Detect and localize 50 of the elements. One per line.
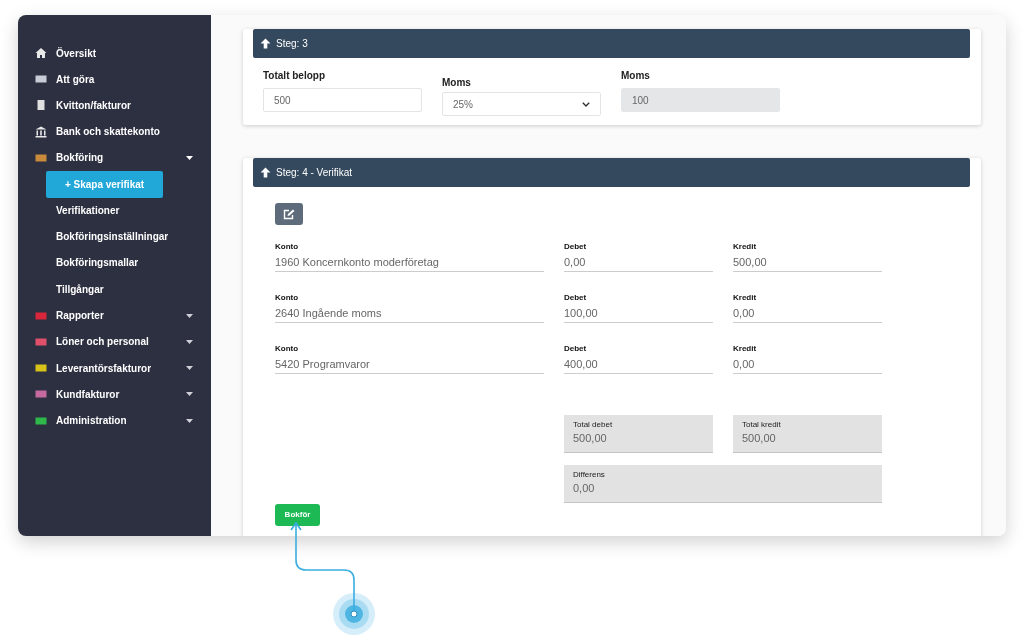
debit-field[interactable]: 400,00 [564, 355, 713, 374]
arrow-up-icon [260, 167, 271, 178]
sidebar-item[interactable]: Bank och skattekonto [18, 118, 211, 145]
field-label: Konto [275, 344, 300, 355]
amount-field[interactable]: 500 [263, 88, 422, 112]
sidebar-item[interactable]: Löner och personal [18, 328, 211, 356]
edit-icon [283, 208, 295, 220]
sidebar-subitem[interactable]: Bokföringsmallar [56, 250, 211, 277]
field-label: Kredit [733, 242, 758, 253]
credit-field[interactable]: 0,00 [733, 304, 882, 323]
panel-header[interactable]: Steg: 3 [253, 29, 970, 58]
edit-button[interactable] [275, 203, 303, 225]
sidebar-item[interactable]: Att göra [18, 66, 211, 93]
chevron-down-icon [582, 101, 590, 107]
sidebar-subitem[interactable]: Tillgångar [56, 276, 211, 303]
field-label: Konto [275, 293, 300, 304]
field-label: Kredit [733, 293, 758, 304]
vat-select[interactable]: 25% [442, 92, 601, 116]
total-field: Total kredit 500,00 [733, 415, 882, 453]
vat-amount-field: 100 [621, 88, 780, 112]
difference-field: Differens 0,00 [564, 465, 882, 503]
panel-title: Steg: 3 [276, 38, 308, 49]
field-label: Moms [621, 70, 651, 83]
debit-field[interactable]: 0,00 [564, 253, 713, 272]
account-field[interactable]: 2640 Ingående moms [275, 304, 544, 323]
field-label: Konto [275, 242, 300, 253]
arrow-up-icon [260, 38, 271, 49]
sidebar-item[interactable]: Leverantörsfakturor [18, 355, 211, 382]
credit-field[interactable]: 500,00 [733, 253, 882, 272]
sidebar-item[interactable]: Rapporter [18, 302, 211, 329]
field-label: Kredit [733, 344, 758, 355]
sidebar-subitem[interactable]: Bokföringsinställningar [56, 224, 211, 251]
panel-header[interactable]: Steg: 4 - Verifikat [253, 158, 970, 187]
credit-field[interactable]: 0,00 [733, 355, 882, 374]
sidebar-subitem[interactable]: Verifikationer [56, 197, 211, 225]
sidebar-item[interactable]: Administration [18, 407, 211, 434]
sidebar-item[interactable]: Bokföring [18, 144, 211, 171]
account-field[interactable]: 1960 Koncernkonto moderföretag [275, 253, 544, 272]
panel-title: Steg: 4 - Verifikat [276, 167, 353, 178]
sidebar-item[interactable]: Kundfakturor [18, 381, 211, 408]
field-label: Totalt belopp [263, 70, 327, 83]
field-label: Debet [564, 344, 588, 355]
sidebar-item[interactable]: Översikt [18, 40, 211, 67]
total-field: Total debet 500,00 [564, 415, 713, 453]
sidebar-item[interactable]: Kvitton/fakturor [18, 92, 211, 119]
debit-field[interactable]: 100,00 [564, 304, 713, 323]
field-label: Debet [564, 293, 588, 304]
account-field[interactable]: 5420 Programvaror [275, 355, 544, 374]
field-label: Moms [442, 77, 472, 90]
field-label: Debet [564, 242, 588, 253]
